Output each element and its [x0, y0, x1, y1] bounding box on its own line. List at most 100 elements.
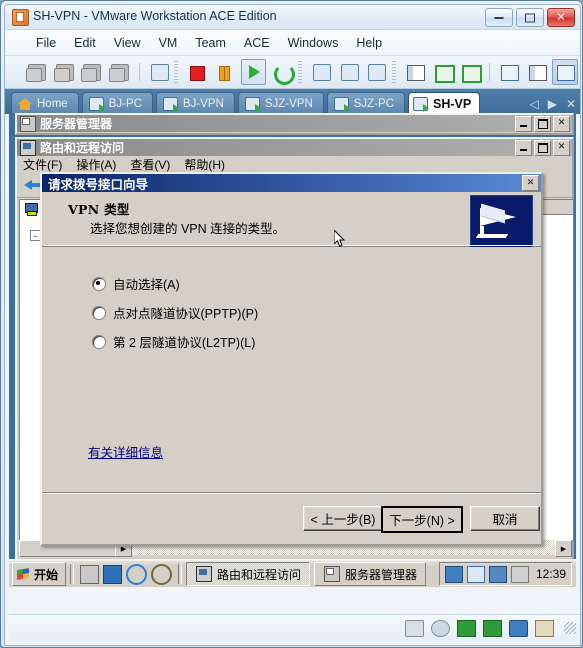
open-vm-icon[interactable] [147, 60, 171, 84]
maximize-button[interactable] [534, 139, 551, 156]
close-button[interactable]: ✕ [553, 139, 570, 156]
more-information-link[interactable]: 有关详细信息 [88, 442, 163, 461]
menu-view[interactable]: View [105, 34, 150, 52]
power-reset-icon[interactable] [270, 60, 296, 85]
tab-bj-vpn[interactable]: BJ-VPN [155, 92, 235, 114]
server-manager-title: 服务器管理器 [40, 117, 113, 131]
server-manager-task-icon [324, 566, 341, 582]
sound-icon[interactable] [509, 619, 528, 637]
menu-help[interactable]: Help [347, 34, 391, 52]
vm-console-icon[interactable] [552, 59, 578, 85]
minimize-button[interactable] [515, 139, 532, 156]
rras-menu-view[interactable]: 查看(V) [130, 156, 170, 173]
taskbar-clock[interactable]: 12:39 [536, 567, 566, 581]
menu-edit[interactable]: Edit [65, 34, 105, 52]
radio-button[interactable] [92, 305, 106, 320]
tab-home[interactable]: Home [11, 92, 79, 114]
snapshot-manager-icon[interactable] [364, 60, 388, 84]
system-tray: 12:39 [438, 562, 572, 586]
back-button[interactable]: < 上一步(B) [303, 506, 383, 531]
tab-sjz-vpn[interactable]: SJZ-VPN [237, 92, 324, 114]
close-button[interactable]: ✕ [547, 8, 575, 27]
cancel-button[interactable]: 取消 [470, 506, 540, 531]
show-sidebar-icon[interactable] [403, 60, 427, 84]
power-play-icon[interactable] [240, 59, 267, 85]
quick-switch-icon[interactable] [431, 60, 455, 84]
show-desktop-icon[interactable] [80, 564, 100, 584]
tab-sjz-pc[interactable]: SJZ-PC [326, 92, 405, 114]
toolbar-grip-3[interactable] [391, 61, 396, 83]
vm-summary-icon[interactable] [525, 60, 549, 84]
vm-tab-icon [333, 96, 350, 112]
floppy-icon[interactable] [405, 619, 424, 637]
vmware-tools-icon[interactable] [466, 565, 485, 583]
tab-sh-vpn[interactable]: SH-VP [408, 92, 481, 114]
rras-titlebar: 路由和远程访问 ✕ [17, 139, 572, 156]
window-title: SH-VPN - VMware Workstation ACE Edition [33, 9, 277, 23]
maximize-button[interactable] [516, 8, 544, 27]
radio-option-l2tp[interactable]: 第 2 层隧道协议(L2TP)(L) [92, 332, 255, 351]
guest-taskbar: 开始 路由和远程访问 服务器管理器 12:39 [9, 559, 576, 587]
minimize-button[interactable] [515, 115, 532, 132]
taskbar-item-label: 服务器管理器 [345, 567, 418, 582]
rras-menu-file[interactable]: 文件(F) [23, 156, 62, 173]
next-button[interactable]: 下一步(N) > [381, 506, 463, 533]
browser-icon[interactable] [151, 563, 173, 585]
new-team-icon[interactable] [53, 60, 77, 84]
menu-file[interactable]: File [27, 34, 65, 52]
usb-icon[interactable] [535, 619, 554, 637]
menu-vm[interactable]: VM [150, 34, 187, 52]
main-toolbar [5, 56, 580, 89]
network-disconnected-icon[interactable] [488, 565, 507, 583]
vmware-inner-frame: SH-VPN - VMware Workstation ACE Edition … [4, 4, 581, 646]
server-manager-titlebar: 服务器管理器 ✕ [17, 115, 572, 132]
delete-vm-icon[interactable] [108, 60, 132, 84]
window-controls: ✕ [485, 8, 575, 27]
demand-dial-wizard-dialog[interactable]: 请求拨号接口向导 ✕ VPN 类型 选择您想创建的 VPN 连接的类型。 自动选… [40, 172, 543, 546]
tab-close-button[interactable]: ✕ [566, 97, 576, 111]
maximize-button[interactable] [534, 115, 551, 132]
radio-button[interactable] [92, 276, 106, 291]
power-stop-icon[interactable] [185, 60, 209, 84]
resize-grip-icon[interactable] [564, 622, 576, 634]
scroll-end-button[interactable]: ▶ [555, 540, 572, 557]
snapshot-take-icon[interactable] [309, 60, 333, 84]
volume-muted-icon[interactable] [510, 565, 529, 583]
menu-team[interactable]: Team [186, 34, 235, 52]
snapshot-revert-icon[interactable] [337, 60, 361, 84]
radio-button[interactable] [92, 334, 106, 349]
close-button[interactable]: ✕ [522, 175, 539, 191]
radio-option-automatic[interactable]: 自动选择(A) [92, 274, 180, 293]
cd-dvd-icon[interactable] [431, 619, 450, 637]
new-virtual-machine-icon[interactable] [25, 60, 49, 84]
full-screen-icon[interactable] [458, 60, 483, 84]
taskbar-item-rras[interactable]: 路由和远程访问 [186, 562, 311, 586]
menu-ace[interactable]: ACE [235, 34, 279, 52]
desktop-icon[interactable] [103, 564, 123, 584]
rras-menu-help[interactable]: 帮助(H) [184, 156, 225, 173]
toolbar-grip-2[interactable] [297, 61, 302, 83]
tab-next-button[interactable]: ▶ [548, 97, 557, 111]
power-off-vm-icon[interactable] [80, 60, 104, 84]
start-button[interactable]: 开始 [12, 562, 67, 586]
rras-menu-action[interactable]: 操作(A) [76, 156, 116, 173]
server-manager-window[interactable]: 服务器管理器 ✕ [15, 113, 574, 135]
wizard-title: 请求拨号接口向导 [48, 176, 149, 192]
network-adapter-1-icon[interactable] [457, 619, 476, 637]
rras-tree-root-node[interactable] [24, 203, 38, 216]
menu-windows[interactable]: Windows [279, 34, 348, 52]
internet-explorer-icon[interactable] [126, 563, 148, 585]
vm-settings-icon[interactable] [497, 60, 521, 84]
rras-icon [20, 139, 36, 156]
minimize-button[interactable] [485, 8, 513, 27]
tab-prev-button[interactable]: ◁ [529, 97, 538, 111]
taskbar-item-server-manager[interactable]: 服务器管理器 [314, 562, 427, 586]
radio-option-pptp[interactable]: 点对点隧道协议(PPTP)(P) [92, 303, 258, 322]
toolbar-grip-1[interactable] [174, 61, 179, 83]
power-suspend-icon[interactable] [213, 60, 237, 84]
tab-bj-pc[interactable]: BJ-PC [81, 92, 153, 114]
vm-guest-screen[interactable]: 服务器管理器 ✕ 路由和远程访问 ✕ 文件(F) 操作(A) 查看(V) 帮助(… [9, 113, 576, 587]
close-button[interactable]: ✕ [553, 115, 570, 132]
network-config-icon[interactable] [444, 565, 463, 583]
network-adapter-2-icon[interactable] [483, 619, 502, 637]
